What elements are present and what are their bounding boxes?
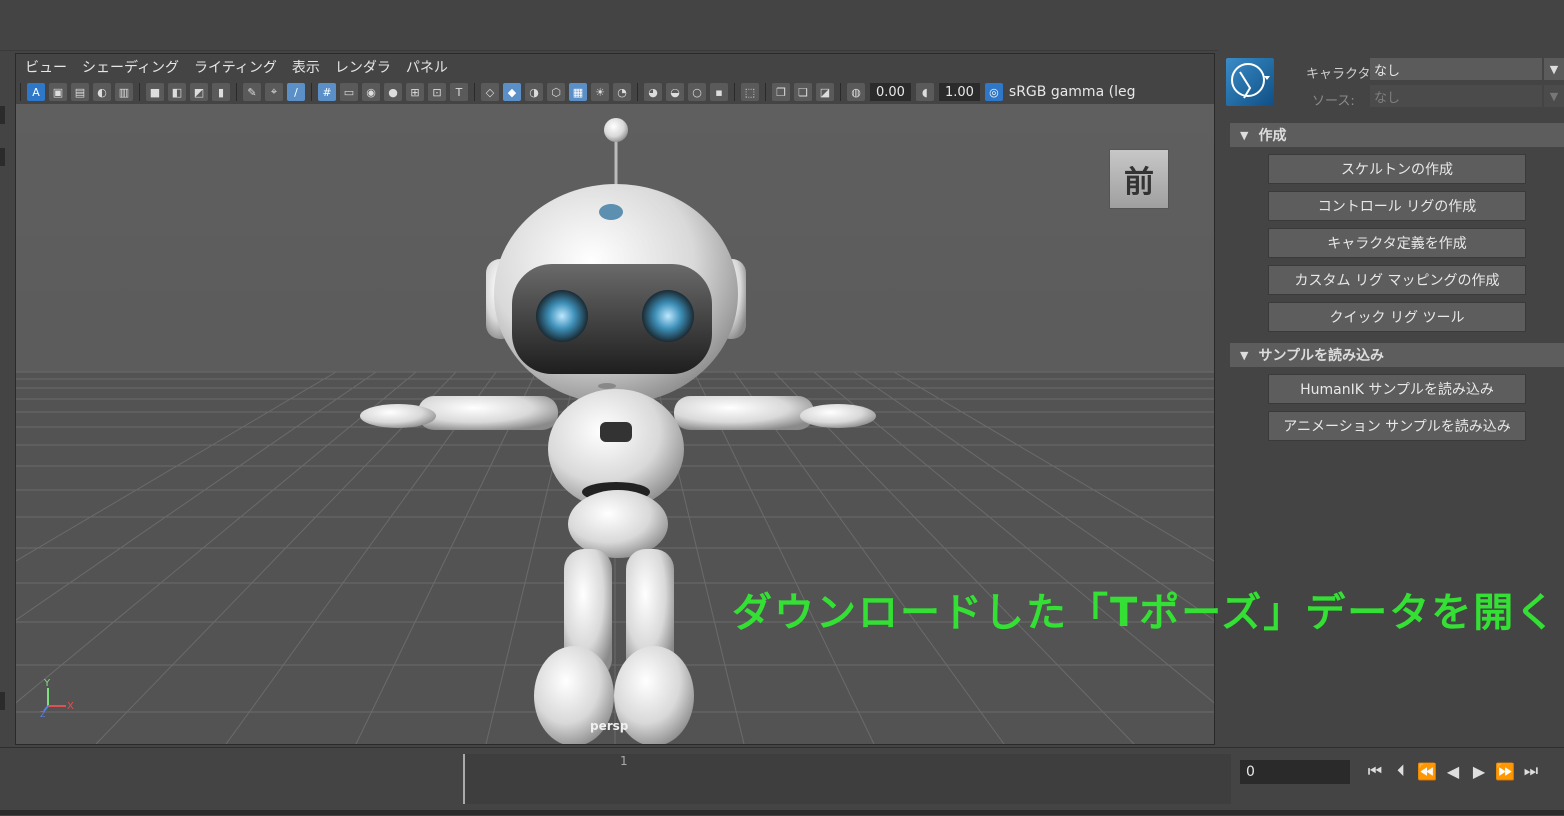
top-bar — [0, 0, 1564, 51]
default-material-icon[interactable]: ◑ — [525, 83, 543, 101]
bookmark-flag-icon[interactable]: ▮ — [212, 83, 230, 101]
humanik-logo-icon[interactable] — [1226, 58, 1274, 106]
step-back-key-icon[interactable]: ⏪ — [1414, 758, 1440, 784]
axis-y-label: Y — [43, 678, 51, 689]
source-label: ソース: — [1312, 94, 1355, 109]
menu-lighting[interactable]: ライティング — [194, 57, 277, 77]
two-d-pan-icon[interactable]: ▥ — [115, 83, 133, 101]
quick-rig-tool-button[interactable]: クイック リグ ツール — [1268, 302, 1526, 332]
load-animation-sample-button[interactable]: アニメーション サンプルを読み込み — [1268, 411, 1526, 441]
play-backwards-icon[interactable]: ◀ — [1440, 758, 1466, 784]
axis-x-label: X — [67, 701, 74, 712]
image-plane-icon[interactable]: ◐ — [93, 83, 111, 101]
backface-icon[interactable]: ◪ — [816, 83, 834, 101]
wireframe-icon[interactable]: ◇ — [481, 83, 499, 101]
section-create[interactable]: ▼ 作成 — [1230, 123, 1564, 147]
camera-icon[interactable]: ■ — [146, 83, 164, 101]
exposure-icon[interactable]: ◍ — [847, 83, 865, 101]
go-to-end-icon[interactable]: ⏭ — [1518, 758, 1544, 784]
section-title: サンプルを読み込み — [1258, 348, 1385, 364]
shadows-icon[interactable]: ◔ — [613, 83, 631, 101]
x-ray-active-icon[interactable]: ❏ — [794, 83, 812, 101]
gate-mask-icon[interactable]: ● — [384, 83, 402, 101]
time-slider-track[interactable]: 1 — [463, 754, 1231, 804]
menu-show[interactable]: 表示 — [292, 57, 320, 77]
create-control-rig-button[interactable]: コントロール リグの作成 — [1268, 191, 1526, 221]
smooth-shade-icon[interactable]: ◆ — [503, 83, 521, 101]
load-humanik-sample-button[interactable]: HumanIK サンプルを読み込み — [1268, 374, 1526, 404]
depth-of-field-icon[interactable]: ▪ — [710, 83, 728, 101]
all-lights-icon[interactable]: ☀ — [591, 83, 609, 101]
playback-controls: ⏮ ⏴ ⏪ ◀ ▶ ⏩ ⏭ — [1362, 758, 1544, 784]
camera-move-icon[interactable]: ◩ — [190, 83, 208, 101]
isolate-select-icon[interactable]: ⌖ — [265, 83, 283, 101]
go-to-start-icon[interactable]: ⏮ — [1362, 758, 1388, 784]
color-management-icon[interactable]: ◎ — [984, 83, 1003, 101]
menu-shading[interactable]: シェーディング — [82, 57, 179, 77]
create-skeleton-button[interactable]: スケルトンの作成 — [1268, 154, 1526, 184]
viewport-toolbar: A ▣ ▤ ◐ ▥ ■ ◧ ◩ ▮ ✎ ⌖ / # ▭ ◉ ● ⊞ ⊡ T ◇ … — [16, 80, 1214, 104]
status-line — [0, 810, 1564, 815]
menu-view[interactable]: ビュー — [25, 57, 67, 77]
anti-aliasing-icon[interactable]: ○ — [688, 83, 706, 101]
camera-lock-icon[interactable]: ◧ — [168, 83, 186, 101]
create-custom-rig-mapping-button[interactable]: カスタム リグ マッピングの作成 — [1268, 265, 1526, 295]
viewport-menu-bar: ビュー シェーディング ライティング 表示 レンダラ パネル — [16, 54, 1214, 80]
step-back-frame-icon[interactable]: ⏴ — [1388, 758, 1414, 784]
wireframe-on-shaded-icon[interactable]: ⬡ — [547, 83, 565, 101]
gamma-field[interactable]: 1.00 — [938, 83, 980, 101]
frame-tick-label: 1 — [620, 754, 628, 768]
strip-handle[interactable] — [0, 106, 5, 124]
x-ray-icon[interactable]: ▦ — [569, 83, 587, 101]
character-select[interactable]: なし — [1370, 58, 1542, 80]
isolate-icon[interactable]: ⬚ — [741, 83, 759, 101]
chevron-down-icon[interactable]: ▼ — [1544, 85, 1564, 107]
camera-name-label: persp — [590, 719, 629, 733]
step-forward-key-icon[interactable]: ⏩ — [1492, 758, 1518, 784]
scene-view[interactable] — [16, 104, 1214, 744]
overlay-caption: ダウンロードした「Tポーズ」データを開く — [732, 590, 1558, 636]
menu-renderer[interactable]: レンダラ — [335, 57, 391, 77]
bookmark-icon[interactable]: ▤ — [71, 83, 89, 101]
chevron-down-icon[interactable]: ▼ — [1544, 58, 1564, 80]
left-tool-strip — [0, 52, 14, 745]
grease-pencil-icon[interactable]: ✎ — [243, 83, 261, 101]
humanik-panel: キャラクタ: なし ▼ ソース: なし ▼ ▼ 作成 スケルトンの作成 コントロ… — [1218, 50, 1564, 747]
current-time-field[interactable]: 0 — [1240, 760, 1350, 784]
axis-indicator: Y X Z — [40, 678, 74, 718]
collapse-triangle-icon[interactable]: ▼ — [1240, 349, 1248, 362]
viewport-panel[interactable]: ビュー シェーディング ライティング 表示 レンダラ パネル A ▣ ▤ ◐ ▥… — [15, 53, 1215, 745]
gamma-icon[interactable]: ◖ — [915, 83, 934, 101]
collapse-triangle-icon[interactable]: ▼ — [1240, 129, 1248, 142]
exposure-field[interactable]: 0.00 — [870, 83, 911, 101]
section-title: 作成 — [1258, 128, 1287, 144]
select-camera-icon[interactable]: A — [27, 83, 45, 101]
view-cube[interactable]: 前 — [1109, 149, 1169, 209]
field-chart-icon[interactable]: ⊞ — [406, 83, 424, 101]
film-gate-icon[interactable]: ▭ — [340, 83, 358, 101]
safe-title-icon[interactable]: T — [450, 83, 468, 101]
time-slider-bar: 1 0 ⏮ ⏴ ⏪ ◀ ▶ ⏩ ⏭ — [0, 747, 1564, 816]
section-load-samples[interactable]: ▼ サンプルを読み込み — [1230, 343, 1564, 367]
character-label: キャラクタ: — [1306, 67, 1375, 82]
camera-attributes-icon[interactable]: ▣ — [49, 83, 67, 101]
source-select[interactable]: なし — [1370, 85, 1542, 107]
x-ray-joints-icon[interactable]: ❐ — [772, 83, 790, 101]
axis-z-label: Z — [40, 710, 46, 718]
safe-action-icon[interactable]: ⊡ — [428, 83, 446, 101]
color-management-label[interactable]: sRGB gamma (leg — [1009, 84, 1136, 100]
strip-handle[interactable] — [0, 148, 5, 166]
create-character-definition-button[interactable]: キャラクタ定義を作成 — [1268, 228, 1526, 258]
ambient-occlusion-icon[interactable]: ◕ — [644, 83, 662, 101]
play-forwards-icon[interactable]: ▶ — [1466, 758, 1492, 784]
menu-panels[interactable]: パネル — [406, 57, 448, 77]
motion-blur-icon[interactable]: ◒ — [666, 83, 684, 101]
resolution-gate-icon[interactable]: ◉ — [362, 83, 380, 101]
pen-tool-icon[interactable]: / — [287, 83, 305, 101]
strip-handle[interactable] — [0, 692, 5, 710]
grid-icon[interactable]: # — [318, 83, 336, 101]
